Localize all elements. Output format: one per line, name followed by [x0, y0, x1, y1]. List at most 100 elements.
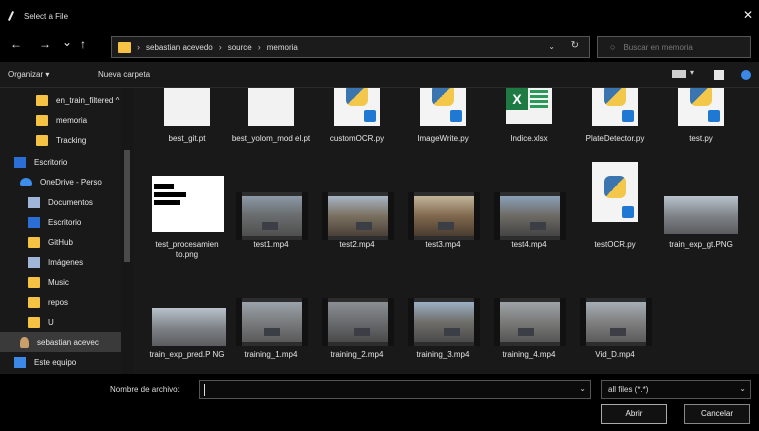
file-name: customOCR.py [329, 134, 385, 143]
refresh-icon[interactable]: ↻ [571, 40, 579, 51]
sidebar-item-onedrive[interactable]: OneDrive - Perso [0, 172, 124, 192]
file-name: Indice.xlsx [510, 134, 548, 143]
sidebar-item-en-train-filtered[interactable]: en_train_filtered ^ [0, 90, 124, 110]
file-item[interactable]: test1.mp4 [230, 174, 312, 266]
pictures-icon [28, 256, 40, 268]
image-thumbnail [152, 176, 224, 232]
python-file-icon [678, 88, 724, 126]
sidebar-item-memoria[interactable]: memoria [0, 110, 124, 130]
file-item[interactable]: test2.mp4 [316, 174, 398, 266]
sidebar-item-este-equipo[interactable]: Este equipo [0, 352, 124, 372]
file-item[interactable]: PlateDetector.py [574, 88, 656, 160]
chevron-right-icon: › [218, 42, 222, 52]
breadcrumb-sebastian-acevedo[interactable]: sebastian acevedo [146, 43, 213, 52]
sidebar-scroll-thumb[interactable] [124, 150, 130, 262]
sidebar-item-github[interactable]: GitHub [0, 232, 124, 252]
file-item[interactable]: train_exp_pred.P NG [146, 296, 228, 374]
file-item[interactable]: training_4.mp4 [488, 296, 570, 374]
video-thumbnail [494, 298, 566, 346]
file-name: training_2.mp4 [330, 350, 384, 359]
video-thumbnail [322, 192, 394, 240]
sidebar-item-music[interactable]: Music [0, 272, 124, 292]
folder-icon [28, 236, 40, 248]
window-title: Select a File [24, 11, 69, 21]
sidebar-item-u[interactable]: U [0, 312, 124, 332]
back-arrow-icon[interactable]: ← [10, 37, 22, 51]
sidebar-item-documentos[interactable]: Documentos [0, 192, 124, 212]
chevron-down-icon[interactable]: ⌄ [579, 384, 586, 393]
file-icon [248, 88, 294, 126]
folder-icon [36, 114, 48, 126]
file-type-value: all files (*.*) [608, 385, 649, 394]
excel-file-icon: X [506, 88, 552, 124]
folder-icon [28, 276, 40, 288]
video-thumbnail [408, 298, 480, 346]
search-placeholder: Buscar en memoria [623, 42, 693, 52]
cancel-button[interactable]: Cancelar [684, 404, 750, 424]
chevron-right-icon: › [137, 42, 140, 52]
python-file-icon [592, 162, 638, 222]
view-options-icon[interactable] [672, 70, 686, 78]
file-item[interactable]: train_exp_gt.PNG [660, 174, 742, 266]
breadcrumb-memoria[interactable]: memoria [267, 43, 298, 52]
file-item[interactable]: training_2.mp4 [316, 296, 398, 374]
address-bar[interactable]: › sebastian acevedo › source › memoria ⌄… [111, 36, 590, 58]
up-arrow-icon[interactable]: ↑ [80, 37, 86, 51]
sidebar-item-repos[interactable]: repos [0, 292, 124, 312]
file-item[interactable]: training_1.mp4 [230, 296, 312, 374]
help-icon[interactable] [741, 70, 751, 80]
file-item[interactable]: test_procesamien to.png [146, 174, 228, 266]
organize-button[interactable]: Organizar ▾ [8, 70, 49, 79]
sidebar-item-tracking[interactable]: Tracking [0, 130, 124, 150]
folder-icon [28, 296, 40, 308]
file-item[interactable]: test.py [660, 88, 742, 160]
sidebar-scrollbar[interactable] [121, 88, 133, 374]
filename-input[interactable]: ⌄ [199, 380, 591, 399]
computer-icon [14, 356, 26, 368]
file-item[interactable]: testOCR.py [574, 162, 656, 266]
recent-locations-icon[interactable]: ⌄ [62, 35, 72, 49]
new-folder-button[interactable]: Nueva carpeta [98, 70, 150, 79]
close-icon[interactable]: ✕ [743, 8, 753, 22]
chevron-right-icon: › [257, 42, 261, 52]
chevron-down-icon[interactable]: ⌄ [739, 384, 746, 393]
file-item[interactable]: test3.mp4 [402, 174, 484, 266]
sidebar-item-escritorio-onedrive[interactable]: Escritorio [0, 212, 124, 232]
navigation-pane: en_train_filtered ^ memoria Tracking Esc… [0, 88, 134, 374]
desktop-icon [28, 216, 40, 228]
view-dropdown-icon[interactable]: ▾ [690, 68, 694, 77]
file-item[interactable]: Vid_D.mp4 [574, 296, 656, 374]
dialog-footer: Nombre de archivo: ⌄ all files (*.*) ⌄ A… [0, 374, 759, 431]
file-item[interactable]: customOCR.py [316, 88, 398, 160]
file-item[interactable]: best_yolom_mod el.pt [230, 88, 312, 160]
python-file-icon [334, 88, 380, 126]
video-thumbnail [236, 192, 308, 240]
open-button[interactable]: Abrir [601, 404, 667, 424]
file-name: test.py [689, 134, 713, 143]
file-name: test4.mp4 [511, 240, 547, 249]
folder-icon [36, 94, 48, 106]
file-item[interactable]: training_3.mp4 [402, 296, 484, 374]
file-type-select[interactable]: all files (*.*) ⌄ [601, 380, 751, 399]
breadcrumb-source[interactable]: source [228, 43, 252, 52]
file-name: best_yolom_mod el.pt [231, 134, 311, 143]
video-thumbnail [236, 298, 308, 346]
sidebar-item-sebastian-acevedo[interactable]: sebastian acevec [0, 332, 124, 352]
sidebar-item-imagenes[interactable]: Imágenes [0, 252, 124, 272]
preview-pane-icon[interactable] [714, 70, 724, 80]
file-name: training_3.mp4 [416, 350, 470, 359]
file-item[interactable]: best_git.pt [146, 88, 228, 160]
python-file-icon [592, 88, 638, 126]
sidebar-item-escritorio[interactable]: Escritorio [0, 152, 124, 172]
video-thumbnail [494, 192, 566, 240]
file-item[interactable]: ImageWrite.py [402, 88, 484, 160]
address-dropdown-icon[interactable]: ⌄ [548, 42, 555, 51]
forward-arrow-icon[interactable]: → [39, 37, 51, 51]
filename-label: Nombre de archivo: [110, 385, 180, 394]
file-item[interactable]: test4.mp4 [488, 174, 570, 266]
search-box[interactable]: ○ Buscar en memoria [597, 36, 751, 58]
python-file-icon [420, 88, 466, 126]
file-item[interactable]: X Indice.xlsx [488, 88, 570, 160]
folder-icon [118, 41, 131, 53]
file-name: test1.mp4 [253, 240, 289, 249]
